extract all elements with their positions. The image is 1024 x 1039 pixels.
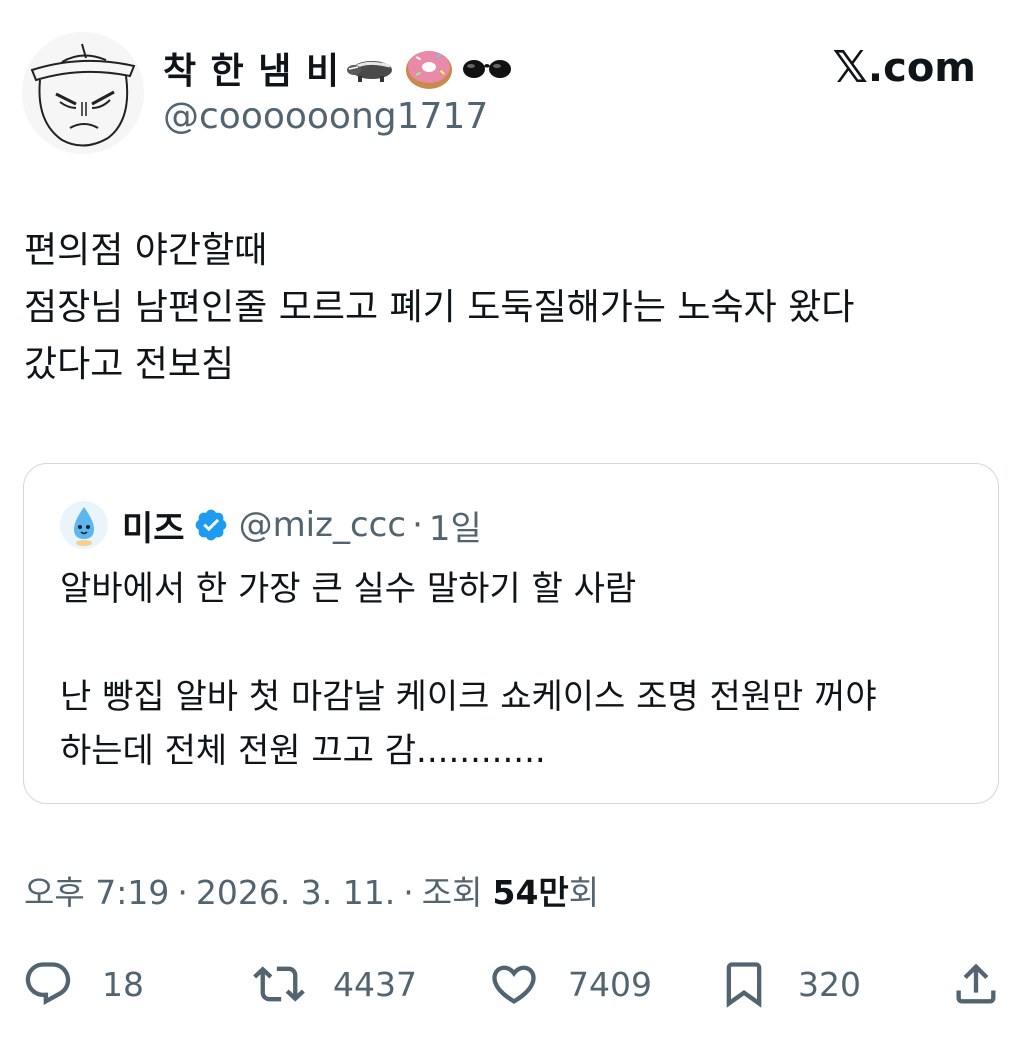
- repost-count: 4437: [333, 964, 417, 1004]
- quote-timestamp[interactable]: 1일: [429, 501, 482, 550]
- heart-icon: [492, 965, 536, 1004]
- author-name-text: 착 한 냄 비: [163, 51, 341, 92]
- repost-button[interactable]: 4437: [253, 958, 417, 1010]
- quote-line: 난 빵집 알바 첫 마감날 케이크 쇼케이스 조명 전원만 꺼야: [60, 677, 877, 717]
- share-icon: [956, 963, 996, 1004]
- quote-header: 미즈 @miz_ccc · 1일: [60, 500, 482, 550]
- quote-author-name[interactable]: 미즈: [122, 501, 185, 550]
- like-button[interactable]: 7409: [488, 958, 652, 1010]
- author-handle[interactable]: @coooooong1717: [163, 96, 488, 137]
- bookmark-icon: [726, 962, 762, 1008]
- like-count: 7409: [568, 964, 652, 1004]
- action-bar: 18 4437 7409 320: [0, 950, 1024, 1020]
- quote-avatar[interactable]: [60, 501, 108, 549]
- x-logo-icon: 𝕏: [832, 42, 868, 93]
- author-avatar[interactable]: [22, 32, 144, 154]
- separator-dot: ·: [412, 505, 423, 545]
- quote-tweet-card[interactable]: 미즈 @miz_ccc · 1일 알바에서 한 가장 큰 실수 말하기 할 사람…: [23, 463, 999, 804]
- sunglasses-emoji-icon: [460, 53, 514, 83]
- bookmark-button[interactable]: 320: [718, 958, 861, 1010]
- sketch-face-icon: [22, 32, 144, 154]
- views-count: 54만: [492, 873, 569, 912]
- share-button[interactable]: [950, 958, 1002, 1010]
- bookmark-count: 320: [798, 964, 861, 1004]
- tweet-time[interactable]: 오후 7:19: [24, 866, 169, 914]
- repost-icon: [253, 966, 305, 1002]
- reply-icon: [25, 962, 71, 1006]
- quote-line: [60, 616, 980, 670]
- tweet-line: 갔다고 전보침: [24, 344, 235, 385]
- x-com-logo: 𝕏 .com: [832, 42, 976, 93]
- tweet-date[interactable]: 2026. 3. 11.: [196, 873, 395, 912]
- separator-dot: ·: [403, 873, 414, 912]
- doughnut-emoji-icon: [404, 45, 454, 91]
- quote-author-handle[interactable]: @miz_ccc: [239, 505, 407, 545]
- tweet-meta: 오후 7:19 · 2026. 3. 11. · 조회 54만 회: [24, 866, 599, 914]
- reply-button[interactable]: 18: [22, 958, 144, 1010]
- tweet-line: 점장님 남편인줄 모르고 폐기 도둑질해가는 노숙자 왔다: [24, 287, 855, 328]
- quote-line: 알바에서 한 가장 큰 실수 말하기 할 사람: [60, 569, 637, 609]
- verified-badge-icon: [195, 509, 226, 541]
- separator-dot: ·: [177, 873, 188, 912]
- author-display-name[interactable]: 착 한 냄 비: [163, 42, 514, 94]
- views-suffix: 회: [568, 873, 600, 912]
- quote-line: 하는데 전체 전원 끄고 감............: [60, 731, 546, 771]
- badger-emoji-icon: [346, 50, 398, 86]
- reply-count: 18: [102, 964, 144, 1004]
- quote-text: 알바에서 한 가장 큰 실수 말하기 할 사람 난 빵집 알바 첫 마감날 케이…: [60, 562, 980, 778]
- views-label: 조회: [421, 873, 483, 912]
- water-drop-mascot-icon: [60, 501, 108, 549]
- tweet-line: 편의점 야간할때: [24, 230, 268, 271]
- brand-domain: .com: [867, 44, 976, 91]
- tweet-text: 편의점 야간할때 점장님 남편인줄 모르고 폐기 도둑질해가는 노숙자 왔다 갔…: [24, 222, 1014, 393]
